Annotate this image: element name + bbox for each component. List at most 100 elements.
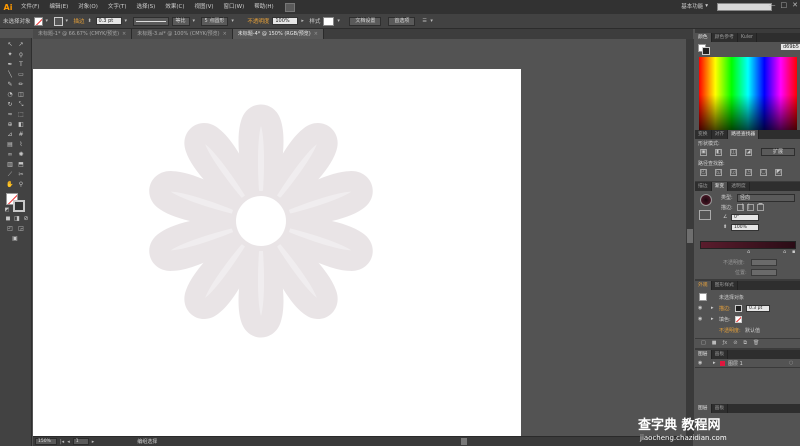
flower-artwork[interactable] (146, 99, 376, 344)
eye-icon[interactable]: ◉ (698, 360, 704, 366)
blend-tool-icon[interactable]: ∞ (6, 151, 14, 159)
stop-location-field[interactable] (751, 269, 777, 276)
fill-swatch[interactable] (33, 16, 43, 26)
tab-document-4[interactable]: 未标题-4* @ 150% (RGB/预览) × (232, 29, 324, 39)
tab-document-3[interactable]: 未标题-3.ai* @ 100% (CMYK/预览) × (132, 29, 233, 39)
fx-icon[interactable]: ƒx (722, 339, 727, 347)
merge-icon[interactable]: ◲ (730, 169, 737, 176)
stroke-color-box[interactable] (13, 200, 25, 212)
horizontal-scroll-thumb[interactable] (461, 438, 467, 445)
selection-tool-icon[interactable]: ↖ (6, 41, 14, 49)
tab-kuler[interactable]: Kuler (738, 33, 758, 42)
angle-field[interactable]: 0° (731, 214, 759, 221)
clear-icon[interactable]: ⊘ (733, 339, 737, 347)
search-input[interactable] (717, 3, 772, 11)
target-icon[interactable]: ○ (789, 360, 793, 366)
layer-row[interactable]: ◉ ▸ 图层 1 ○ (695, 359, 800, 368)
trash-icon[interactable]: 🗑 (753, 339, 759, 347)
scale-tool-icon[interactable]: ⤡ (17, 101, 25, 109)
gradient-tool-icon[interactable]: ▤ (6, 141, 14, 149)
next-page-icon[interactable]: ▸ (92, 439, 95, 445)
none-mode-icon[interactable]: ⊘ (22, 215, 30, 223)
tab-align[interactable]: 对齐 (712, 130, 729, 139)
gradient-slider[interactable] (700, 241, 796, 249)
appearance-fill-label[interactable]: 填色: (719, 316, 731, 323)
lasso-tool-icon[interactable]: ϙ (17, 51, 25, 59)
tab-color-guide[interactable]: 颜色参考 (712, 33, 738, 42)
chevron-down-icon[interactable]: ▾ (430, 17, 435, 25)
mesh-tool-icon[interactable]: # (17, 131, 25, 139)
shape-builder-tool-icon[interactable]: ⊕ (6, 121, 14, 129)
reverse-gradient-icon[interactable] (699, 210, 711, 220)
rotate-tool-icon[interactable]: ↻ (6, 101, 14, 109)
appearance-stroke-label[interactable]: 描边: (719, 305, 731, 312)
stroke-label[interactable]: 描边 (74, 17, 85, 25)
minus-front-icon[interactable]: ◧ (715, 149, 722, 156)
line-tool-icon[interactable]: ╲ (6, 71, 14, 79)
perspective-grid-tool-icon[interactable]: ⊿ (6, 131, 14, 139)
gradient-mode-icon[interactable]: ◨ (13, 215, 21, 223)
color-spectrum[interactable] (699, 57, 797, 141)
stroke-profile-select[interactable] (132, 16, 169, 26)
paintbrush-tool-icon[interactable]: ✎ (6, 81, 14, 89)
draw-normal-icon[interactable]: ◰ (6, 225, 14, 233)
gradient-stop-icon[interactable]: ⌂ (747, 249, 750, 255)
column-graph-tool-icon[interactable]: ▥ (6, 161, 14, 169)
stroke-swatch[interactable] (702, 47, 710, 55)
tab-transparency[interactable]: 透明度 (728, 182, 750, 191)
tab-artboards[interactable]: 画板 (712, 350, 729, 359)
scroll-thumb[interactable] (687, 229, 693, 243)
hand-tool-icon[interactable]: ✋ (6, 181, 14, 189)
first-page-icon[interactable]: |◂ (60, 439, 64, 445)
close-icon[interactable]: × (122, 29, 126, 39)
minus-back-icon[interactable]: ◩ (775, 169, 782, 176)
page-field[interactable]: 1 (72, 438, 89, 445)
chevron-down-icon[interactable]: ▾ (337, 17, 342, 25)
menu-effect[interactable]: 效果(C) (160, 0, 189, 14)
close-icon[interactable]: ✕ (792, 1, 798, 9)
chevron-down-icon[interactable]: ▾ (66, 17, 71, 25)
draw-behind-icon[interactable]: ◲ (17, 225, 25, 233)
close-icon[interactable]: × (314, 29, 318, 39)
zoom-field[interactable]: 150% (35, 438, 57, 445)
stop-opacity-field[interactable] (751, 259, 777, 266)
type-tool-icon[interactable]: T (17, 61, 25, 69)
stroke-weight-field[interactable]: 0.3 pt (95, 17, 122, 25)
menu-select[interactable]: 选择(S) (132, 0, 161, 14)
gradient-stop-icon[interactable]: ⌂ (783, 249, 786, 255)
workspace-switcher[interactable]: 基本功能 ▾ (681, 2, 708, 10)
expand-icon[interactable]: ▸ (711, 316, 714, 322)
opacity-field[interactable]: 100% (272, 17, 299, 25)
unite-icon[interactable]: ▣ (700, 149, 707, 156)
chevron-down-icon[interactable]: ▾ (46, 17, 51, 25)
stroke-along-icon[interactable]: ▏ (747, 204, 754, 211)
menu-view[interactable]: 视图(V) (189, 0, 218, 14)
delete-stop-icon[interactable]: ▪ (792, 249, 795, 255)
intersect-icon[interactable]: ◫ (730, 149, 737, 156)
layer-name[interactable]: 图层 1 (728, 360, 743, 367)
tab-layers[interactable]: 图层 (695, 350, 712, 359)
style-swatch[interactable] (323, 16, 335, 26)
add-fill-icon[interactable]: ■ (712, 339, 717, 347)
expand-icon[interactable]: ▸ (711, 305, 714, 311)
vertical-scrollbar[interactable] (686, 39, 694, 436)
zoom-tool-icon[interactable]: ⚲ (17, 181, 25, 189)
direct-selection-tool-icon[interactable]: ↗ (17, 41, 25, 49)
menu-edit[interactable]: 编辑(E) (44, 0, 73, 14)
default-colors-icon[interactable]: ◩ (3, 206, 11, 214)
divide-icon[interactable]: ◰ (700, 169, 707, 176)
eraser-tool-icon[interactable]: ◫ (17, 91, 25, 99)
trim-icon[interactable]: ◱ (715, 169, 722, 176)
maximize-icon[interactable]: □ (781, 1, 788, 9)
symbol-sprayer-tool-icon[interactable]: ✺ (17, 151, 25, 159)
appearance-fill-swatch[interactable] (735, 316, 742, 323)
opacity-label[interactable]: 不透明度 (247, 17, 269, 25)
appearance-stroke-swatch[interactable] (735, 305, 742, 312)
crop-icon[interactable]: ◳ (745, 169, 752, 176)
rectangle-tool-icon[interactable]: ▭ (17, 71, 25, 79)
outline-icon[interactable]: ▢ (760, 169, 767, 176)
artboard[interactable] (33, 69, 521, 436)
screen-mode-icon[interactable]: ▣ (11, 235, 19, 243)
tab-color[interactable]: 颜色 (695, 33, 712, 42)
tab-appearance[interactable]: 外观 (695, 281, 712, 290)
